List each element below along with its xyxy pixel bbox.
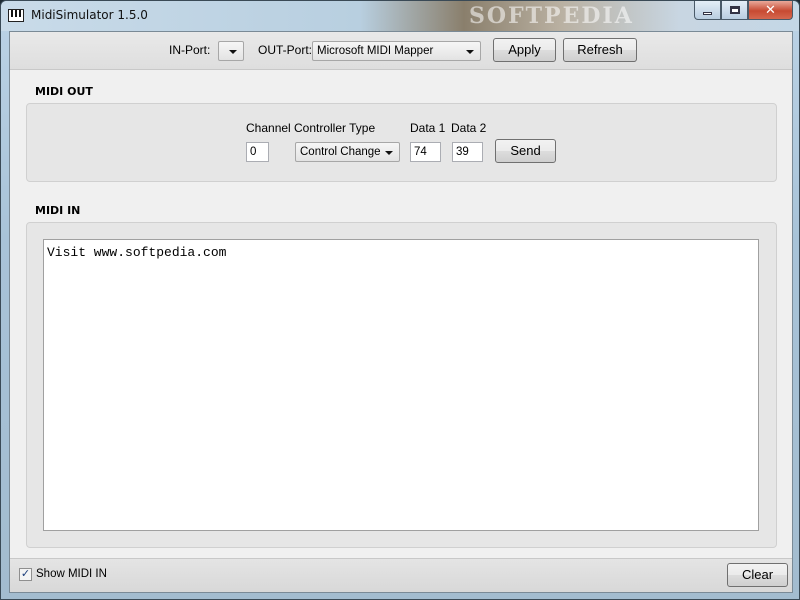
show-midi-in-checkbox[interactable]: ✓ xyxy=(19,568,32,581)
chevron-down-icon xyxy=(229,50,237,54)
minimize-icon xyxy=(703,11,712,15)
out-port-label: OUT-Port: xyxy=(258,43,313,57)
piano-keys-icon xyxy=(8,9,24,22)
caption-buttons: ✕ xyxy=(694,1,793,21)
close-icon: ✕ xyxy=(765,2,776,17)
show-midi-in-label: Show MIDI IN xyxy=(36,568,107,580)
in-port-select[interactable] xyxy=(218,41,244,61)
midi-out-title: MIDI OUT xyxy=(35,85,93,98)
maximize-button[interactable] xyxy=(721,1,748,20)
midi-in-title: MIDI IN xyxy=(35,204,81,217)
title-bar[interactable]: MidiSimulator 1.5.0 SOFTPEDIA ✕ xyxy=(1,1,799,31)
midi-out-group: Channel 0 Controller Type Control Change… xyxy=(26,103,777,182)
controller-type-select[interactable]: Control Change xyxy=(295,142,400,162)
controller-type-value: Control Change xyxy=(300,146,381,158)
out-port-select[interactable]: Microsoft MIDI Mapper xyxy=(312,41,481,61)
chevron-down-icon xyxy=(466,50,474,54)
app-window: MidiSimulator 1.5.0 SOFTPEDIA ✕ IN-Port:… xyxy=(0,0,800,600)
midi-in-group: Visit www.softpedia.com xyxy=(26,222,777,548)
close-button[interactable]: ✕ xyxy=(748,1,793,20)
checkmark-icon: ✓ xyxy=(20,568,31,580)
port-toolbar: IN-Port: OUT-Port: Microsoft MIDI Mapper… xyxy=(10,32,792,70)
send-button[interactable]: Send xyxy=(495,139,556,163)
refresh-button[interactable]: Refresh xyxy=(563,38,637,62)
client-area: IN-Port: OUT-Port: Microsoft MIDI Mapper… xyxy=(9,31,793,593)
chevron-down-icon xyxy=(385,151,393,155)
midi-in-log[interactable]: Visit www.softpedia.com xyxy=(43,239,759,531)
apply-button[interactable]: Apply xyxy=(493,38,556,62)
maximize-icon xyxy=(729,6,740,14)
status-bar: ✓ Show MIDI IN Clear xyxy=(10,558,792,592)
window-title: MidiSimulator 1.5.0 xyxy=(31,8,148,22)
data1-label: Data 1 xyxy=(410,121,446,135)
data2-label: Data 2 xyxy=(451,121,487,135)
channel-label: Channel xyxy=(246,121,291,135)
channel-field[interactable]: 0 xyxy=(246,142,269,162)
watermark: SOFTPEDIA xyxy=(469,3,634,29)
controller-type-label: Controller Type xyxy=(294,121,376,135)
minimize-button[interactable] xyxy=(694,1,721,20)
in-port-label: IN-Port: xyxy=(169,43,211,57)
clear-button[interactable]: Clear xyxy=(727,563,788,587)
data2-field[interactable]: 39 xyxy=(452,142,483,162)
data1-field[interactable]: 74 xyxy=(410,142,441,162)
out-port-value: Microsoft MIDI Mapper xyxy=(317,45,434,57)
